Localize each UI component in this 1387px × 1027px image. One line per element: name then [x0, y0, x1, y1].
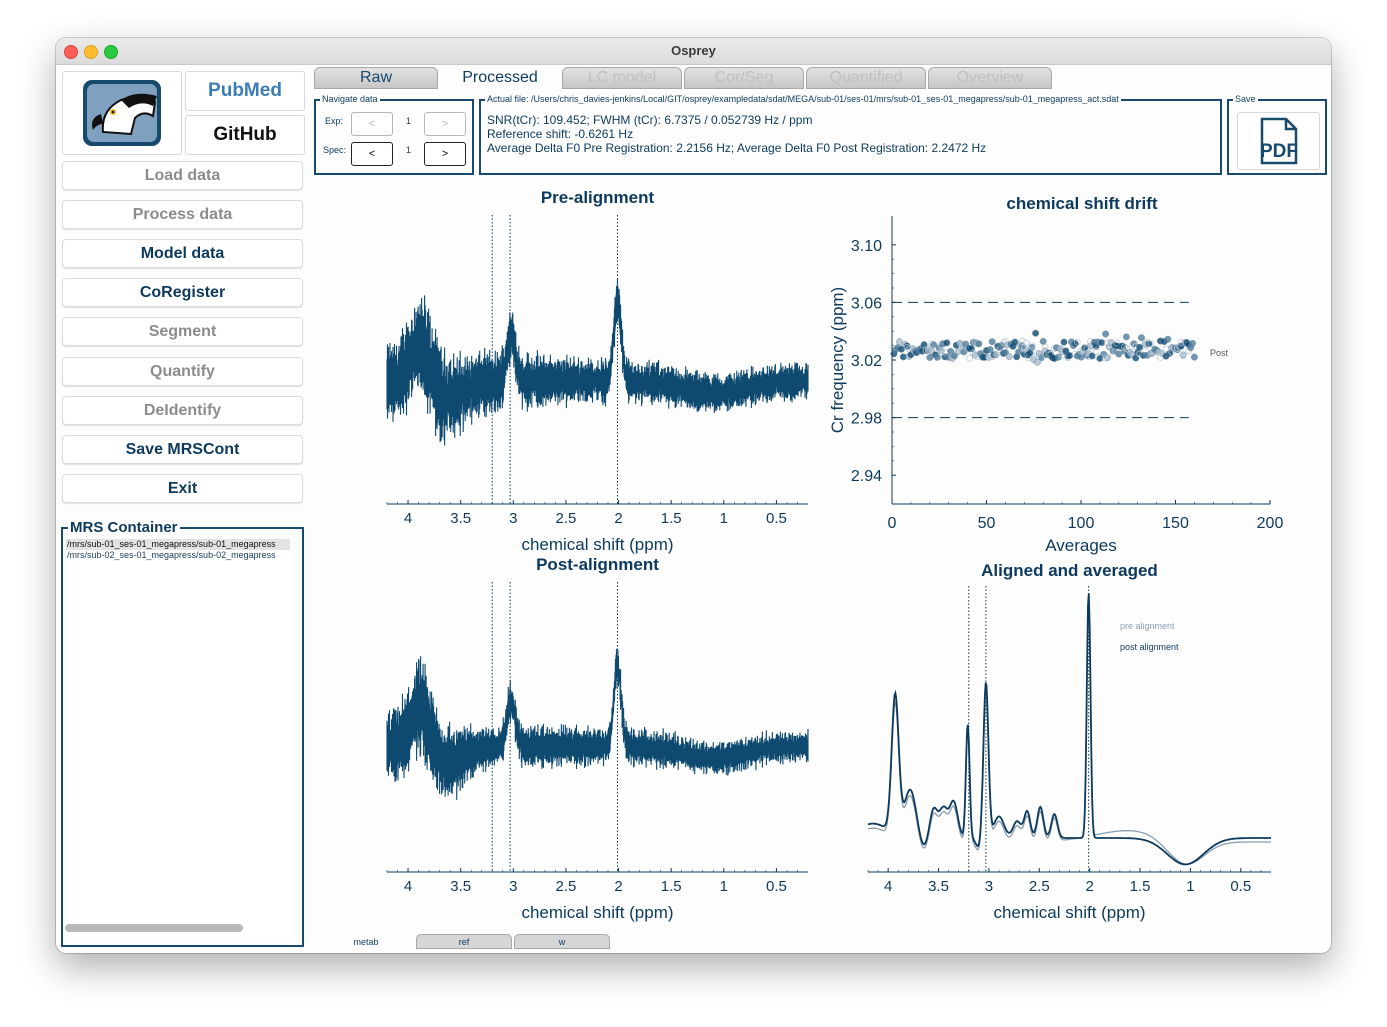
x-tick-label: 3 — [509, 878, 517, 895]
scatter-point — [1164, 335, 1172, 343]
x-tick-label: 4 — [404, 510, 412, 527]
x-tick-label: 150 — [1162, 515, 1189, 532]
x-tick-label: 3 — [985, 878, 993, 895]
x-tick-label: 4 — [884, 878, 892, 895]
x-axis-label: chemical shift (ppm) — [993, 903, 1145, 922]
x-tick-label: 1.5 — [1130, 878, 1151, 895]
tab-metab[interactable]: metab — [318, 934, 414, 949]
spectrum-series — [386, 278, 809, 446]
scatter-point — [1011, 338, 1019, 346]
scatter-point — [1136, 343, 1144, 351]
scatter-point — [1098, 339, 1106, 346]
x-tick-label: 1.5 — [661, 510, 682, 527]
x-tick-label: 2.5 — [555, 510, 576, 527]
x-tick-label: 3.5 — [450, 510, 471, 527]
osprey-window: Osprey PubMed GitHub Load data Process d… — [56, 38, 1331, 953]
y-axis-label: Cr frequency (ppm) — [828, 287, 847, 433]
chart-title: Post-alignment — [536, 555, 659, 574]
y-tick-label: 3.02 — [851, 353, 882, 370]
scatter-point — [1039, 337, 1047, 345]
x-tick-label: 2.5 — [555, 878, 576, 895]
scatter-point — [1071, 340, 1079, 347]
x-tick-label: 0.5 — [1230, 878, 1251, 895]
x-axis-label: chemical shift (ppm) — [521, 903, 673, 922]
x-tick-label: 1 — [720, 878, 728, 895]
scatter-point — [1115, 350, 1123, 358]
scatter-point — [1066, 352, 1074, 359]
post-alignment-chart: Post-alignment 4 3.5 3 2.5 2 1.5 1 0.5 chemical s… — [386, 555, 809, 922]
x-tick-label: 100 — [1068, 515, 1095, 532]
scatter-point — [1189, 339, 1196, 347]
x-tick-label: 1.5 — [661, 878, 682, 895]
post-annotation: Post — [1210, 348, 1229, 358]
scatter-point — [937, 347, 945, 355]
x-tick-label: 2.5 — [1029, 878, 1050, 895]
scatter-point — [1032, 329, 1039, 337]
scatter-point — [1104, 354, 1111, 361]
x-tick-label: 1 — [1186, 878, 1194, 895]
scatter-point — [1015, 348, 1022, 356]
scatter-point — [926, 354, 934, 361]
legend-post-alignment: post alignment — [1120, 642, 1179, 652]
x-axis-label: chemical shift (ppm) — [521, 535, 673, 554]
scatter-point — [943, 339, 951, 347]
scatter-point — [1054, 353, 1062, 361]
spectrum-tabs: metab ref w — [318, 934, 618, 950]
x-tick-label: 0.5 — [766, 878, 787, 895]
chart-title: chemical shift drift — [1006, 194, 1157, 213]
x-tick-label: 1 — [720, 510, 728, 527]
x-tick-label: 0.5 — [766, 510, 787, 527]
x-tick-label: 50 — [978, 515, 996, 532]
y-tick-label: 2.94 — [851, 468, 882, 485]
legend-pre-alignment: pre alignment — [1120, 621, 1175, 631]
aligned-averaged-chart: Aligned and averaged 4 3.5 3 2.5 2 1.5 1 0.5 chem… — [867, 561, 1271, 922]
x-tick-label: 200 — [1257, 515, 1284, 532]
y-tick-label: 3.10 — [851, 238, 882, 255]
scatter-point — [975, 340, 983, 348]
scatter-point — [1060, 338, 1068, 346]
tab-ref[interactable]: ref — [416, 934, 512, 949]
scatter-point — [954, 348, 962, 355]
y-tick-label: 2.98 — [851, 411, 882, 428]
x-tick-label: 3.5 — [450, 878, 471, 895]
x-tick-label: 2 — [614, 510, 622, 527]
plots-area: Pre-alignment 4 3.5 3 2.5 2 1.5 1 0.5 chemical sh… — [386, 188, 1283, 922]
x-tick-label: 4 — [404, 878, 412, 895]
scatter-point — [1123, 333, 1130, 341]
scatter-point — [1102, 330, 1110, 338]
chemical-shift-drift-chart: chemical shift drift 0 50 100 150 200 3.10 3.06… — [828, 194, 1283, 555]
pre-alignment-series — [867, 601, 1271, 865]
spectrum-series — [386, 648, 809, 800]
post-alignment-series — [867, 593, 1271, 866]
x-tick-label: 0 — [888, 515, 897, 532]
x-tick-label: 2 — [614, 878, 622, 895]
scatter-point — [1138, 334, 1145, 342]
scatter-point — [1005, 353, 1013, 360]
x-axis-label: Averages — [1045, 536, 1117, 555]
tab-w[interactable]: w — [514, 934, 610, 949]
x-tick-label: 2 — [1085, 878, 1093, 895]
pre-alignment-chart: Pre-alignment 4 3.5 3 2.5 2 1.5 1 0.5 chemical sh… — [386, 188, 809, 554]
x-tick-label: 3 — [509, 510, 517, 527]
chart-title: Aligned and averaged — [981, 561, 1158, 580]
scatter-point — [988, 338, 996, 346]
scatter-point — [934, 353, 941, 361]
chart-title: Pre-alignment — [541, 188, 655, 207]
y-tick-label: 3.06 — [851, 295, 882, 312]
scatter-point — [966, 354, 973, 362]
scatter-point — [1191, 353, 1198, 361]
x-tick-label: 3.5 — [928, 878, 949, 895]
scatter-point — [968, 345, 975, 353]
scatter-point — [896, 338, 903, 346]
scatter-point — [899, 353, 907, 361]
